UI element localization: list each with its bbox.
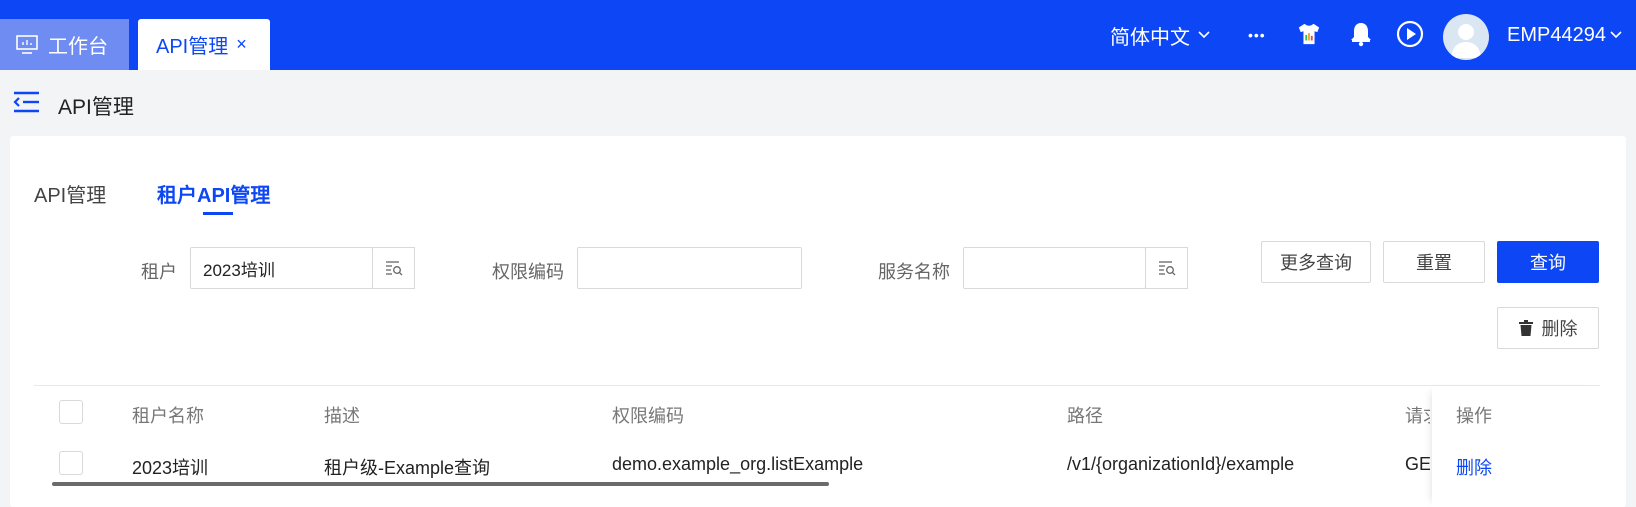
service-name-input[interactable] [963, 247, 1146, 289]
cell-method: GET [1405, 454, 1430, 474]
column-header-tenant-name: 租户名称 [132, 406, 204, 426]
cell-tenant-name: 2023培训 [132, 458, 209, 478]
tenant-lookup-icon[interactable] [372, 247, 415, 289]
notification-bell-icon[interactable] [1345, 18, 1377, 50]
close-tab-icon[interactable]: × [236, 34, 247, 55]
theme-shirt-icon[interactable] [1293, 18, 1325, 50]
page-title: API管理 [58, 96, 134, 119]
column-header-path: 路径 [1067, 406, 1103, 426]
user-avatar-icon [1451, 24, 1481, 58]
workbench-tab-label: 工作台 [48, 36, 108, 58]
horizontal-scrollbar[interactable] [52, 482, 829, 486]
avatar[interactable] [1443, 14, 1489, 60]
cell-path: /v1/{organizationId}/example [1067, 454, 1295, 474]
tenant-label: 租户 [141, 262, 177, 282]
method-column-clip: 请求方式 GET [1300, 390, 1430, 507]
chevron-down-icon [1610, 31, 1622, 39]
service-name-label: 服务名称 [878, 262, 950, 282]
delete-button-label: 删除 [1541, 319, 1578, 339]
fixed-action-column: 操作 删除 [1432, 386, 1600, 507]
tenant-input[interactable]: 2023培训 [190, 247, 373, 289]
language-label: 简体中文 [1110, 26, 1190, 49]
permission-code-input[interactable] [577, 247, 802, 289]
reset-button[interactable]: 重置 [1383, 241, 1485, 283]
language-selector[interactable]: 简体中文 [1110, 0, 1210, 70]
table-top-divider [34, 385, 1600, 386]
column-header-permission-code: 权限编码 [612, 406, 684, 426]
active-subtab-indicator [203, 212, 233, 215]
subtab-api-management[interactable]: API管理 [34, 179, 106, 208]
chevron-down-icon [1198, 31, 1210, 39]
api-management-tab-label: API管理 [156, 36, 229, 58]
top-navigation-bar: 工作台 API管理 × 简体中文 ••• EMP44294 [0, 0, 1636, 70]
cell-permission-code: demo.example_org.listExample [612, 454, 864, 474]
user-menu[interactable]: EMP44294 [1507, 0, 1622, 70]
cell-description: 租户级-Example查询 [324, 458, 491, 478]
row-delete-link[interactable]: 删除 [1456, 454, 1492, 480]
trash-icon [1518, 320, 1533, 336]
select-all-checkbox[interactable] [59, 400, 83, 424]
monitor-icon [16, 34, 38, 54]
column-header-method: 请求方式 [1405, 406, 1430, 426]
column-header-description: 描述 [324, 406, 360, 426]
subtab-tenant-api-management[interactable]: 租户API管理 [157, 179, 270, 208]
row-checkbox[interactable] [59, 451, 83, 475]
username-label: EMP44294 [1507, 23, 1606, 46]
play-circle-icon[interactable] [1394, 18, 1426, 50]
more-query-button[interactable]: 更多查询 [1261, 241, 1371, 283]
query-button[interactable]: 查询 [1497, 241, 1599, 283]
collapse-menu-icon[interactable] [12, 90, 40, 114]
permission-code-label: 权限编码 [492, 262, 564, 282]
delete-button[interactable]: 删除 [1497, 307, 1599, 349]
more-menu-icon[interactable]: ••• [1248, 0, 1266, 70]
service-lookup-icon[interactable] [1145, 247, 1188, 289]
column-header-action: 操作 [1456, 406, 1492, 426]
workbench-tab[interactable]: 工作台 [0, 19, 129, 70]
api-management-tab[interactable]: API管理 × [138, 19, 270, 70]
